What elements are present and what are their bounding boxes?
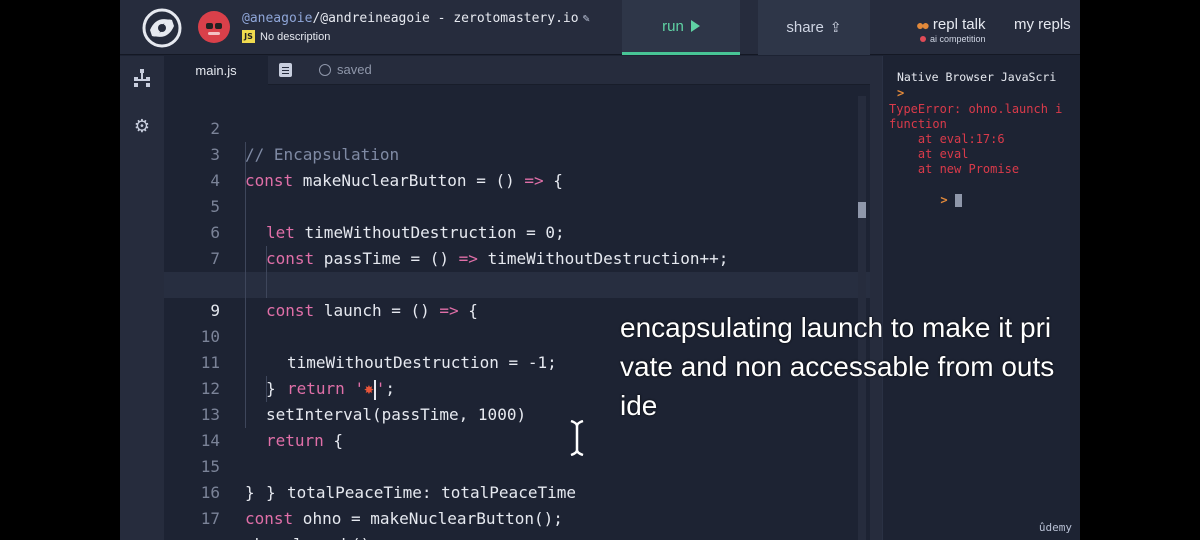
record-dot-icon bbox=[920, 36, 926, 42]
code-line[interactable]: 15 } bbox=[164, 428, 870, 502]
files-icon[interactable] bbox=[132, 68, 152, 88]
code-line[interactable]: 8 timeWithoutDestruction = -1; bbox=[164, 246, 870, 372]
share-icon: ⇪ bbox=[829, 19, 842, 35]
video-caption: encapsulating launch to make it pri vate… bbox=[620, 308, 1180, 425]
console-error-line: TypeError: ohno.launch i bbox=[889, 102, 1063, 116]
clock-icon bbox=[319, 63, 331, 76]
share-button[interactable]: share ⇪ bbox=[758, 0, 870, 55]
run-button[interactable]: run bbox=[622, 0, 740, 55]
editor-scrollbar-thumb[interactable] bbox=[858, 202, 866, 218]
description-text[interactable]: No description bbox=[260, 31, 330, 43]
ai-competition-link[interactable]: ai competition bbox=[920, 34, 986, 44]
caption-line: ide bbox=[620, 390, 658, 421]
replit-window: @aneagoie/@andreineagoie - zerotomastery… bbox=[120, 0, 1080, 540]
pane-splitter[interactable] bbox=[870, 56, 882, 540]
my-repls-link[interactable]: my repls bbox=[1014, 16, 1071, 33]
repl-talk-link[interactable]: ●● repl talk bbox=[916, 16, 985, 33]
repl-owner[interactable]: @aneagoie bbox=[242, 11, 312, 26]
code-line[interactable]: 2 // Encapsulation bbox=[164, 90, 870, 164]
editor-tab-bar: main.js saved bbox=[164, 56, 870, 85]
console-title: Native Browser JavaScri bbox=[897, 70, 1057, 84]
settings-gear-icon[interactable]: ⚙ bbox=[132, 116, 152, 136]
code-text[interactable]: ohno.launch() bbox=[245, 532, 370, 540]
repl-description[interactable]: JS No description bbox=[242, 30, 330, 43]
code-line[interactable]: 7 const launch = () => { bbox=[164, 220, 870, 320]
console-error-line: at eval:17:6 bbox=[889, 132, 1005, 146]
console-panel[interactable]: Native Browser JavaScri > TypeError: ohn… bbox=[882, 56, 1080, 540]
play-icon bbox=[690, 20, 700, 32]
console-input-line[interactable]: > bbox=[897, 178, 962, 223]
js-language-icon: JS bbox=[242, 30, 255, 43]
console-error-line: at new Promise bbox=[889, 162, 1020, 176]
repl-name[interactable]: /@andreineagoie - zerotomastery.io bbox=[312, 11, 578, 26]
code-line[interactable]: 6 const totalPeaceTime = () => timeWitho… bbox=[164, 194, 870, 294]
saved-label: saved bbox=[337, 62, 372, 77]
top-bar: @aneagoie/@andreineagoie - zerotomastery… bbox=[120, 0, 1080, 55]
code-text[interactable]: const ohno = makeNuclearButton(); bbox=[245, 506, 563, 532]
console-error-line: at eval bbox=[889, 147, 969, 161]
line-number: 17 bbox=[200, 509, 220, 528]
people-icon: ●● bbox=[916, 16, 930, 33]
console-caret bbox=[954, 194, 962, 207]
caption-line: encapsulating launch to make it pri bbox=[620, 312, 1052, 343]
saved-status: saved bbox=[319, 62, 372, 77]
replit-logo-icon[interactable] bbox=[142, 8, 182, 48]
ai-competition-label: ai competition bbox=[930, 34, 986, 44]
share-label: share bbox=[786, 19, 824, 36]
text-ibeam-cursor-icon bbox=[570, 420, 584, 456]
side-rail: ⚙ bbox=[120, 56, 164, 540]
console-prompt-icon: > bbox=[897, 86, 905, 100]
code-line-active[interactable]: 9 return '✸ '; bbox=[164, 272, 870, 400]
code-line[interactable]: 4 let timeWithoutDestruction = 0; bbox=[164, 142, 870, 242]
tab-main-js[interactable]: main.js bbox=[164, 56, 268, 85]
run-label: run bbox=[662, 17, 684, 35]
code-line[interactable]: 16 const ohno = makeNuclearButton(); bbox=[164, 454, 870, 528]
pencil-icon[interactable]: ✎ bbox=[583, 11, 590, 25]
console-prompt-icon: > bbox=[940, 193, 948, 207]
document-icon[interactable] bbox=[279, 63, 292, 77]
udemy-watermark: ûdemy bbox=[1038, 521, 1072, 534]
console-error-line: function bbox=[889, 117, 947, 131]
caption-line: vate and non accessable from outs bbox=[620, 351, 1055, 382]
code-line[interactable]: 5 const passTime = () => timeWithoutDest… bbox=[164, 168, 870, 268]
code-line[interactable]: 3 const makeNuclearButton = () => { bbox=[164, 116, 870, 190]
repl-talk-label: repl talk bbox=[932, 16, 986, 33]
code-editor[interactable]: main.js saved 2 // Encapsulation 3 const… bbox=[164, 56, 870, 540]
code-line[interactable]: 17 ohno.launch() bbox=[164, 480, 870, 540]
user-avatar[interactable] bbox=[198, 11, 230, 43]
repl-title[interactable]: @aneagoie/@andreineagoie - zerotomastery… bbox=[242, 11, 590, 26]
